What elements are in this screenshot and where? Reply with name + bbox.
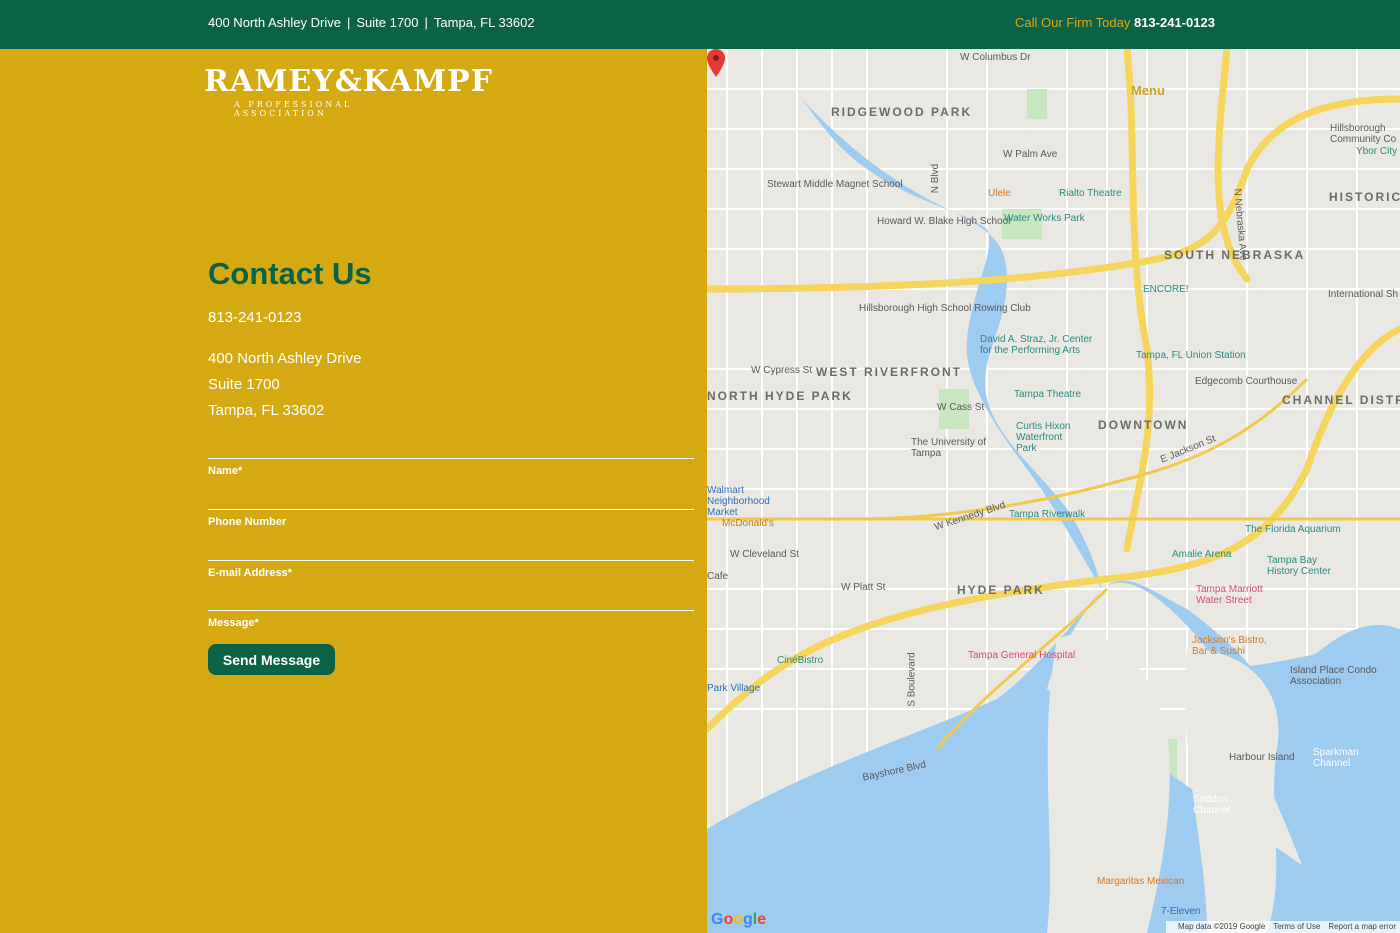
google-logo-letter: o bbox=[723, 911, 734, 928]
poi-cafe[interactable]: Cafe bbox=[707, 571, 728, 582]
district-north-hyde-park: NORTH HYDE PARK bbox=[707, 389, 853, 403]
email-field[interactable]: E-mail Address* bbox=[208, 560, 694, 579]
call-phone-link[interactable]: 813-241-0123 bbox=[1134, 15, 1215, 30]
map-data-credit: Map data ©2019 Google bbox=[1177, 922, 1266, 931]
street-cypress: W Cypress St bbox=[751, 365, 813, 376]
poi-harbour-island: Harbour Island bbox=[1229, 752, 1295, 763]
street-nblvd: N Blvd bbox=[930, 163, 942, 194]
poi-riverwalk[interactable]: Tampa Riverwalk bbox=[1009, 509, 1085, 520]
district-downtown: DOWNTOWN bbox=[1098, 418, 1189, 432]
poi-walmart[interactable]: Walmart Neighborhood Market bbox=[707, 485, 770, 518]
poi-seddon: Seddon Channel bbox=[1193, 794, 1231, 816]
call-label: Call Our Firm Today bbox=[1015, 15, 1131, 30]
poi-tgh[interactable]: Tampa General Hospital bbox=[968, 650, 1075, 661]
terms-of-use-link[interactable]: Terms of Use bbox=[1273, 922, 1320, 931]
poi-union-station[interactable]: Tampa, FL Union Station bbox=[1136, 350, 1246, 361]
contact-suite: Suite 1700 bbox=[208, 376, 280, 393]
contact-panel: RAMEY&KAMPF A PROFESSIONAL ASSOCIATION C… bbox=[0, 49, 707, 933]
map-menu-label: Menu bbox=[1131, 83, 1165, 98]
google-logo-letter: g bbox=[743, 911, 753, 928]
poi-tampa-theatre[interactable]: Tampa Theatre bbox=[1014, 389, 1081, 400]
poi-ybor[interactable]: Ybor City bbox=[1356, 146, 1397, 157]
poi-park-village[interactable]: Park Village bbox=[707, 683, 760, 694]
contact-address: 400 North Ashley Drive Suite 1700 Tampa,… bbox=[208, 346, 361, 424]
report-map-error-link[interactable]: Report a map error bbox=[1328, 922, 1396, 931]
street-boulevard: S Boulevard bbox=[906, 652, 918, 707]
contact-phone[interactable]: 813-241-0123 bbox=[208, 309, 301, 326]
street-columbus: W Columbus Dr bbox=[960, 52, 1031, 63]
message-label: Message* bbox=[208, 617, 259, 629]
poi-aquarium[interactable]: The Florida Aquarium bbox=[1245, 524, 1341, 535]
map-attribution: Map data ©2019 Google Terms of Use Report … bbox=[1165, 921, 1400, 933]
google-logo-letter: o bbox=[733, 911, 744, 928]
header-separator: | bbox=[346, 15, 351, 30]
logo-tagline: A PROFESSIONAL ASSOCIATION bbox=[234, 100, 353, 118]
logo-wordmark: RAMEY&KAMPF bbox=[204, 64, 493, 99]
district-south-nebraska: SOUTH NEBRASKA bbox=[1164, 248, 1306, 262]
district-historic: HISTORIC bbox=[1329, 190, 1400, 204]
poi-uele[interactable]: Ulele bbox=[988, 188, 1011, 199]
header-address-street: 400 North Ashley Drive bbox=[208, 15, 341, 30]
google-logo-letter: G bbox=[711, 911, 724, 928]
phone-field[interactable]: Phone Number bbox=[208, 509, 694, 528]
poi-edgecomb[interactable]: Edgecomb Courthouse bbox=[1195, 376, 1297, 387]
poi-history-center[interactable]: Tampa Bay History Center bbox=[1267, 555, 1347, 577]
poi-sparkman: Sparkman Channel bbox=[1313, 747, 1359, 769]
page-title: Contact Us bbox=[208, 256, 372, 291]
google-logo[interactable]: Google bbox=[711, 911, 766, 929]
poi-straz[interactable]: David A. Straz, Jr. Center for the Perfo… bbox=[980, 334, 1100, 356]
poi-island-place[interactable]: Island Place Condo Association bbox=[1290, 665, 1390, 687]
firm-logo[interactable]: RAMEY&KAMPF A PROFESSIONAL ASSOCIATION bbox=[204, 64, 493, 119]
district-west-riverfront: WEST RIVERFRONT bbox=[816, 365, 962, 379]
email-label: E-mail Address* bbox=[208, 567, 292, 579]
poi-international[interactable]: International Sh bbox=[1328, 289, 1398, 300]
send-message-button[interactable]: Send Message bbox=[208, 644, 335, 675]
street-cass: W Cass St bbox=[937, 402, 985, 413]
street-platt: W Platt St bbox=[841, 582, 886, 593]
header-address-suite: Suite 1700 bbox=[356, 15, 419, 30]
name-field[interactable]: Name* bbox=[208, 458, 694, 477]
street-cleveland: W Cleveland St bbox=[730, 549, 799, 560]
contact-street: 400 North Ashley Drive bbox=[208, 350, 362, 367]
google-logo-letter: e bbox=[757, 911, 767, 928]
embedded-map[interactable]: Menu RIDGEWOOD PARK WEST RIVERFRONT NORT… bbox=[707, 49, 1400, 933]
street-palm: W Palm Ave bbox=[1003, 149, 1058, 160]
name-label: Name* bbox=[208, 465, 243, 477]
message-field[interactable]: Message* bbox=[208, 610, 694, 629]
header-separator: | bbox=[424, 15, 428, 30]
header-call: Call Our Firm Today 813-241-0123 bbox=[1015, 15, 1215, 30]
poi-hillsborough-cc[interactable]: Hillsborough Community Co bbox=[1330, 123, 1400, 145]
poi-mcdonalds[interactable]: McDonald's bbox=[722, 518, 774, 529]
poi-margaritas[interactable]: Margaritas Mexican bbox=[1097, 876, 1184, 887]
poi-waterworks[interactable]: Water Works Park bbox=[1004, 213, 1085, 224]
header-address-city: Tampa, FL 33602 bbox=[433, 15, 535, 30]
top-bar: 400 North Ashley Drive | Suite 1700 | Tampa,… bbox=[0, 0, 1400, 49]
poi-marriott[interactable]: Tampa Marriott Water Street bbox=[1196, 584, 1276, 606]
poi-hillsborough[interactable]: Hillsborough High School Rowing Club bbox=[859, 303, 1031, 314]
poi-curtis-hixon[interactable]: Curtis Hixon Waterfront Park bbox=[1016, 421, 1076, 454]
location-pin-icon[interactable] bbox=[707, 49, 725, 77]
poi-rialto[interactable]: Rialto Theatre bbox=[1059, 188, 1122, 199]
poi-university[interactable]: The University of Tampa bbox=[911, 437, 991, 459]
contact-city: Tampa, FL 33602 bbox=[208, 402, 325, 419]
poi-amalie[interactable]: Amalie Arena bbox=[1172, 549, 1231, 560]
district-hyde-park: HYDE PARK bbox=[957, 583, 1045, 597]
poi-encore[interactable]: ENCORE! bbox=[1143, 284, 1189, 295]
poi-jacksons[interactable]: Jackson's Bistro, Bar & Sushi bbox=[1192, 635, 1282, 657]
poi-stewart[interactable]: Stewart Middle Magnet School bbox=[767, 179, 903, 190]
poi-howard[interactable]: Howard W. Blake High School bbox=[877, 216, 1010, 227]
district-channel: CHANNEL DISTRICT bbox=[1282, 393, 1400, 407]
poi-cinebistro[interactable]: CinéBistro bbox=[777, 655, 823, 666]
header-address: 400 North Ashley Drive | Suite 1700 | Tampa,… bbox=[208, 15, 535, 30]
poi-seven-eleven[interactable]: 7-Eleven bbox=[1161, 906, 1200, 917]
phone-label: Phone Number bbox=[208, 516, 287, 528]
district-ridgewood: RIDGEWOOD PARK bbox=[831, 105, 973, 119]
